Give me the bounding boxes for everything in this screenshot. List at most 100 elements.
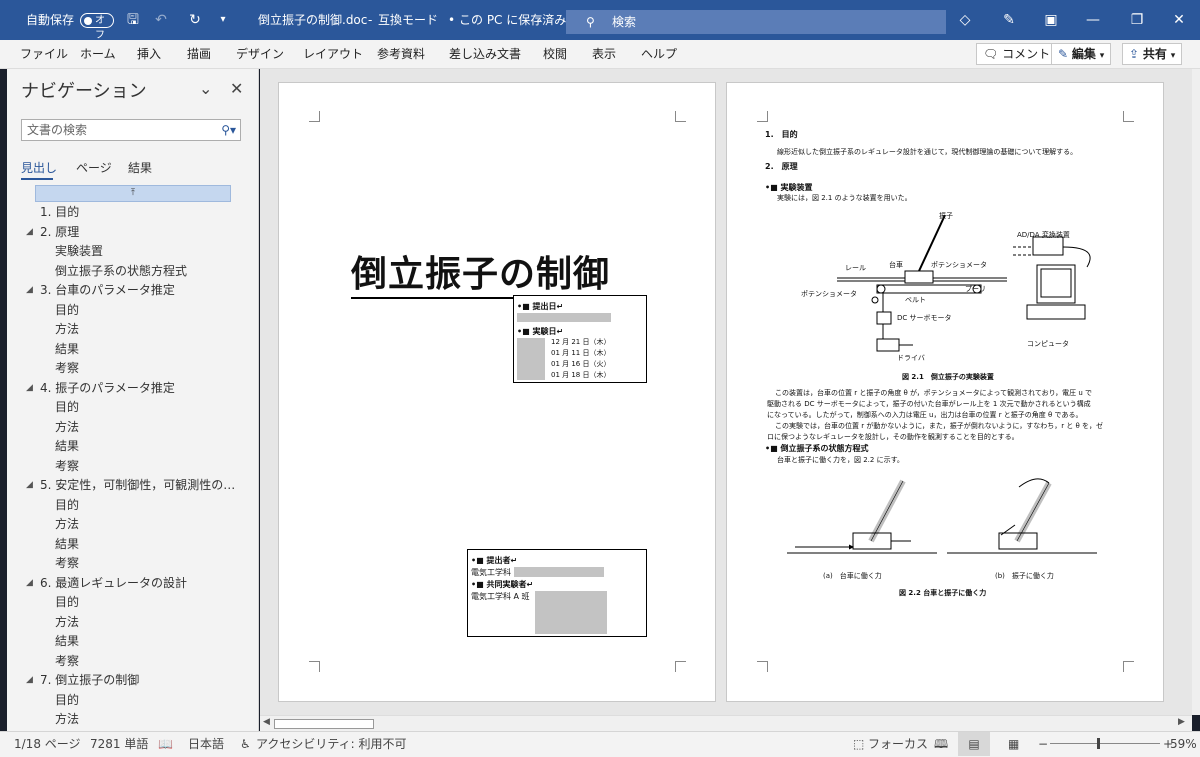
expand-triangle-icon[interactable]: ◢: [26, 574, 33, 592]
zoom-out-icon[interactable]: −: [1038, 732, 1048, 756]
nav-search-input[interactable]: 文書の検索 ⚲▾: [21, 119, 241, 141]
nav-heading-level2[interactable]: 考察: [55, 359, 79, 377]
nav-heading-level2[interactable]: 方法: [55, 418, 79, 436]
autosave-toggle[interactable]: オフ: [80, 13, 114, 41]
share-button[interactable]: ⇪ 共有 ▾: [1122, 43, 1183, 65]
accessibility-status[interactable]: アクセシビリティ: 利用不可: [256, 732, 407, 756]
focus-mode[interactable]: フォーカス: [868, 732, 928, 756]
compat-mode: 互換モード: [378, 13, 439, 27]
search-box[interactable]: ⚲ 検索: [566, 10, 946, 34]
vertical-scrollbar[interactable]: [1192, 69, 1200, 715]
zoom-slider-knob[interactable]: [1097, 738, 1100, 749]
paragraph: 線形近似した倒立振子系のレギュレータ設計を通じて，現代制御理論の基礎について理解…: [777, 148, 1078, 156]
tab-review[interactable]: 校閲: [543, 40, 567, 69]
nav-heading-level2[interactable]: 目的: [55, 593, 79, 611]
ribbon-display-icon[interactable]: ▣: [1042, 11, 1060, 29]
nav-options-icon[interactable]: ⌄: [199, 79, 212, 98]
redo-icon[interactable]: ↻: [186, 11, 204, 29]
nav-heading-level1[interactable]: 1. 目的: [40, 203, 79, 221]
nav-heading-level2[interactable]: 方法: [55, 710, 79, 728]
undo-icon[interactable]: ↶: [152, 11, 170, 29]
scroll-left-icon[interactable]: ◀: [263, 717, 270, 727]
page-1[interactable]: 倒立振子の制御 •■ 提出日↵ •■ 実験日↵ 12 月 21 日（木） 01 …: [278, 82, 716, 702]
horizontal-scrollbar[interactable]: ◀ ▶: [260, 715, 1192, 731]
tab-home[interactable]: ホーム: [80, 40, 116, 69]
figure-caption: 図 2.1 倒立振子の実験装置: [902, 373, 994, 381]
expand-triangle-icon[interactable]: ◢: [26, 223, 33, 241]
tab-file[interactable]: ファイル: [20, 40, 68, 69]
paragraph: 実験には，図 2.1 のような装置を用いた。: [777, 194, 912, 202]
nav-heading-level2[interactable]: 方法: [55, 515, 79, 533]
restore-icon[interactable]: ❐: [1128, 11, 1146, 29]
crop-mark: [1123, 661, 1134, 672]
nav-close-icon[interactable]: ✕: [230, 79, 243, 98]
crop-mark: [675, 661, 686, 672]
tab-references[interactable]: 参考資料: [377, 40, 425, 69]
collapse-all-bar[interactable]: ⤒: [35, 185, 231, 202]
nav-heading-level1[interactable]: ◢ 2. 原理: [26, 223, 79, 241]
print-layout-icon[interactable]: ▤: [958, 732, 990, 756]
tab-mailings[interactable]: 差し込み文書: [449, 40, 521, 69]
nav-heading-level2[interactable]: 目的: [55, 398, 79, 416]
expand-triangle-icon[interactable]: ◢: [26, 671, 33, 689]
page-2[interactable]: 1. 目的 線形近似した倒立振子系のレギュレータ設計を通じて，現代制御理論の基礎…: [726, 82, 1164, 702]
nav-heading-level1[interactable]: ◢ 7. 倒立振子の制御: [26, 671, 139, 689]
nav-heading-level1[interactable]: ◢ 4. 振子のパラメータ推定: [26, 379, 175, 397]
comment-button[interactable]: 🗨 コメント: [976, 43, 1058, 65]
zoom-slider[interactable]: [1050, 743, 1160, 744]
tab-view[interactable]: 表示: [592, 40, 616, 69]
nav-heading-level2[interactable]: 方法: [55, 613, 79, 631]
tab-draw[interactable]: 描画: [187, 40, 211, 69]
web-layout-icon[interactable]: ▦: [1008, 732, 1019, 756]
scroll-right-icon[interactable]: ▶: [1178, 717, 1185, 727]
tab-insert[interactable]: 挿入: [137, 40, 161, 69]
expand-triangle-icon[interactable]: ◢: [26, 281, 33, 299]
document-area[interactable]: 倒立振子の制御 •■ 提出日↵ •■ 実験日↵ 12 月 21 日（木） 01 …: [260, 69, 1192, 715]
tab-pages[interactable]: ページ: [76, 159, 112, 176]
minimize-icon[interactable]: —: [1084, 11, 1102, 29]
tab-help[interactable]: ヘルプ: [641, 40, 677, 69]
nav-heading-level2[interactable]: 方法: [55, 320, 79, 338]
nav-heading-level2[interactable]: 倒立振子系の状態方程式: [55, 262, 187, 280]
crop-mark: [309, 661, 320, 672]
tab-layout[interactable]: レイアウト: [303, 40, 363, 69]
search-placeholder: 検索: [612, 15, 637, 29]
nav-heading-level2[interactable]: 考察: [55, 554, 79, 572]
language[interactable]: 日本語: [188, 732, 224, 756]
zoom-level[interactable]: 59%: [1170, 732, 1197, 756]
nav-heading-level2[interactable]: 結果: [55, 437, 79, 455]
customize-qat-icon[interactable]: ▾: [214, 11, 232, 29]
nav-heading-level2[interactable]: 実験装置: [55, 242, 103, 260]
chevron-down-icon[interactable]: ⌄: [535, 0, 543, 40]
nav-heading-level1[interactable]: ◢ 3. 台車のパラメータ推定: [26, 281, 175, 299]
nav-heading-level1[interactable]: ◢ 5. 安定性，可制御性，可観測性の…: [26, 476, 235, 494]
nav-heading-level2[interactable]: 目的: [55, 496, 79, 514]
word-count[interactable]: 7281 単語: [90, 732, 148, 756]
save-status[interactable]: この PC に保存済み: [459, 0, 566, 40]
nav-heading-level2[interactable]: 結果: [55, 340, 79, 358]
save-icon[interactable]: 🖫: [124, 11, 142, 29]
nav-heading-level2[interactable]: 考察: [55, 652, 79, 670]
nav-heading-level1[interactable]: ◢ 6. 最適レギュレータの設計: [26, 574, 187, 592]
close-icon[interactable]: ✕: [1170, 11, 1188, 29]
tab-headings[interactable]: 見出し: [21, 159, 57, 176]
edit-button[interactable]: ✎ 編集 ▾: [1051, 43, 1112, 65]
page-count[interactable]: 1/18 ページ: [14, 732, 81, 756]
diamond-icon[interactable]: ◇: [956, 11, 974, 29]
proofing-icon[interactable]: 📖: [158, 732, 173, 756]
pen-icon[interactable]: ✎: [1000, 11, 1018, 29]
expand-triangle-icon[interactable]: ◢: [26, 379, 33, 397]
nav-heading-level2[interactable]: 結果: [55, 632, 79, 650]
nav-heading-level2[interactable]: 目的: [55, 691, 79, 709]
nav-heading-level2[interactable]: 結果: [55, 535, 79, 553]
search-icon[interactable]: ⚲▾: [221, 120, 236, 140]
nav-heading-level2[interactable]: 目的: [55, 301, 79, 319]
tab-design[interactable]: デザイン: [236, 40, 284, 69]
share-icon: ⇪: [1129, 47, 1140, 61]
redacted-field: [517, 338, 545, 380]
scroll-thumb[interactable]: [274, 719, 374, 729]
tab-results[interactable]: 結果: [128, 159, 152, 176]
read-mode-icon[interactable]: 🕮: [934, 732, 948, 756]
expand-triangle-icon[interactable]: ◢: [26, 476, 33, 494]
nav-heading-level2[interactable]: 考察: [55, 457, 79, 475]
